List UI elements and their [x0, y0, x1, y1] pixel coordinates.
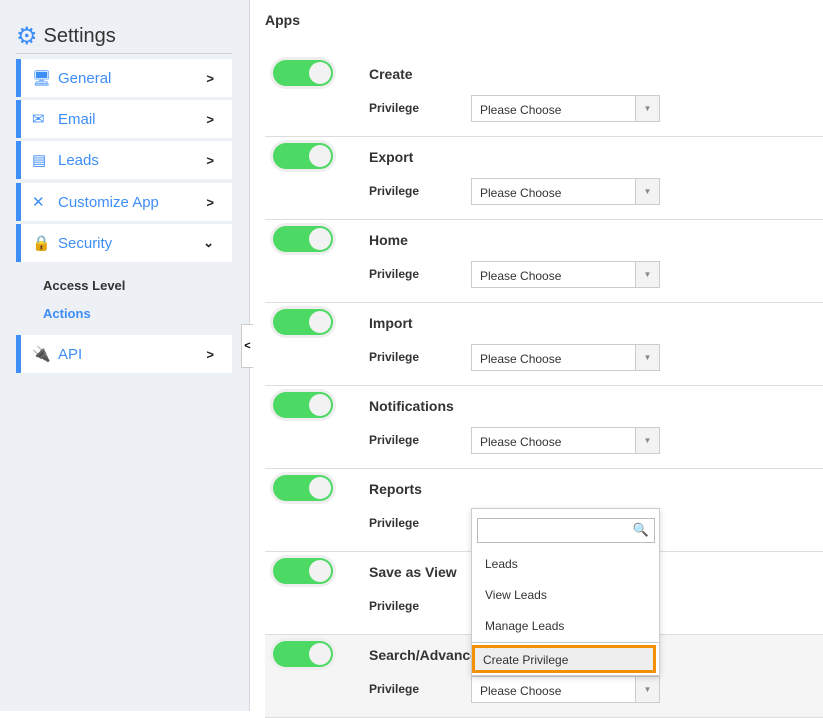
app-row: Home Privilege Please Choose ▼: [265, 220, 823, 303]
app-title: Search/Advanced: [369, 647, 487, 663]
sidebar-item-leads[interactable]: ▤ Leads >: [16, 141, 232, 179]
privilege-select[interactable]: Please Choose▼: [471, 344, 660, 371]
sidebar-item-security[interactable]: 🔒 Security ⌄: [16, 224, 232, 262]
privilege-label: Privilege: [369, 682, 420, 696]
divider: [16, 53, 232, 54]
app-row: Notifications Privilege Please Choose ▼: [265, 386, 823, 469]
privilege-dropdown: 🔍 Leads View Leads Manage Leads Create P…: [471, 508, 660, 676]
caret-down-icon: ▼: [635, 262, 659, 287]
sidebar-item-customize-app[interactable]: ✕ Customize App >: [16, 183, 232, 221]
settings-title: ⚙ Settings: [16, 23, 116, 50]
enable-toggle[interactable]: [273, 392, 333, 418]
caret-down-icon: ▼: [635, 179, 659, 204]
sidebar-item-general[interactable]: 🖥 General >: [16, 59, 232, 97]
gear-icon: ⚙: [16, 23, 38, 50]
create-privilege-button[interactable]: Create Privilege: [472, 645, 656, 673]
privilege-label: Privilege: [369, 350, 420, 364]
dropdown-search[interactable]: 🔍: [477, 518, 655, 543]
chevron-right-icon: >: [206, 70, 214, 86]
app-title: Import: [369, 315, 413, 331]
chevron-right-icon: >: [206, 346, 214, 362]
app-title: Home: [369, 232, 408, 248]
privilege-label: Privilege: [369, 267, 420, 281]
sidebar-subitem-actions[interactable]: Actions: [43, 306, 91, 321]
sidebar: ⚙ Settings 🖥 General > ✉ Email > ▤ Leads > ✕ Cus…: [0, 0, 250, 711]
sidebar-item-email[interactable]: ✉ Email >: [16, 100, 232, 138]
chevron-right-icon: >: [206, 111, 214, 127]
divider: [472, 642, 659, 643]
enable-toggle[interactable]: [273, 558, 333, 584]
wrench-screwdriver-icon: ✕: [32, 194, 45, 211]
privilege-label: Privilege: [369, 184, 420, 198]
privilege-label: Privilege: [369, 101, 420, 115]
app-title: Create: [369, 66, 413, 82]
caret-down-icon: ▼: [635, 96, 659, 121]
chevron-right-icon: >: [206, 152, 214, 168]
caret-down-icon: ▼: [635, 677, 659, 702]
envelope-open-icon: ✉: [32, 111, 45, 128]
window-list-icon: ▤: [32, 152, 47, 169]
app-row: Import Privilege Please Choose ▼: [265, 303, 823, 386]
enable-toggle[interactable]: [273, 475, 333, 501]
enable-toggle[interactable]: [273, 60, 333, 86]
chevron-right-icon: >: [206, 194, 214, 210]
enable-toggle[interactable]: [273, 226, 333, 252]
dropdown-option[interactable]: View Leads: [485, 588, 547, 602]
caret-down-icon: ▼: [635, 345, 659, 370]
privilege-label: Privilege: [369, 433, 420, 447]
caret-down-icon: ▼: [635, 428, 659, 453]
privilege-select[interactable]: Please Choose▼: [471, 261, 660, 288]
chevron-down-icon: ⌄: [203, 235, 214, 250]
privilege-select[interactable]: Please Choose▼: [471, 95, 660, 122]
apps-heading: Apps: [265, 12, 300, 28]
sidebar-subitem-access-level[interactable]: Access Level: [43, 278, 125, 293]
enable-toggle[interactable]: [273, 143, 333, 169]
enable-toggle[interactable]: [273, 641, 333, 667]
search-icon: 🔍: [632, 522, 649, 537]
app-title: Export: [369, 149, 414, 165]
app-title: Notifications: [369, 398, 454, 414]
privilege-label: Privilege: [369, 516, 420, 530]
plug-icon: 🔌: [32, 346, 51, 363]
sidebar-item-api[interactable]: 🔌 API >: [16, 335, 232, 373]
app-row: Export Privilege Please Choose ▼: [265, 137, 823, 220]
dropdown-option[interactable]: Manage Leads: [485, 619, 564, 633]
enable-toggle[interactable]: [273, 309, 333, 335]
app-title: Save as View: [369, 564, 457, 580]
dropdown-option[interactable]: Leads: [485, 557, 518, 571]
monitor-icon: 🖥: [32, 70, 52, 87]
app-title: Reports: [369, 481, 422, 497]
privilege-label: Privilege: [369, 599, 420, 613]
privilege-select[interactable]: Please Choose▼: [471, 427, 660, 454]
privilege-select[interactable]: Please Choose▼: [471, 178, 660, 205]
lock-icon: 🔒: [32, 235, 51, 252]
app-row: Create Privilege Please Choose ▼: [265, 54, 823, 137]
privilege-select[interactable]: Please Choose▼: [471, 676, 660, 703]
dropdown-search-input[interactable]: [481, 519, 631, 541]
